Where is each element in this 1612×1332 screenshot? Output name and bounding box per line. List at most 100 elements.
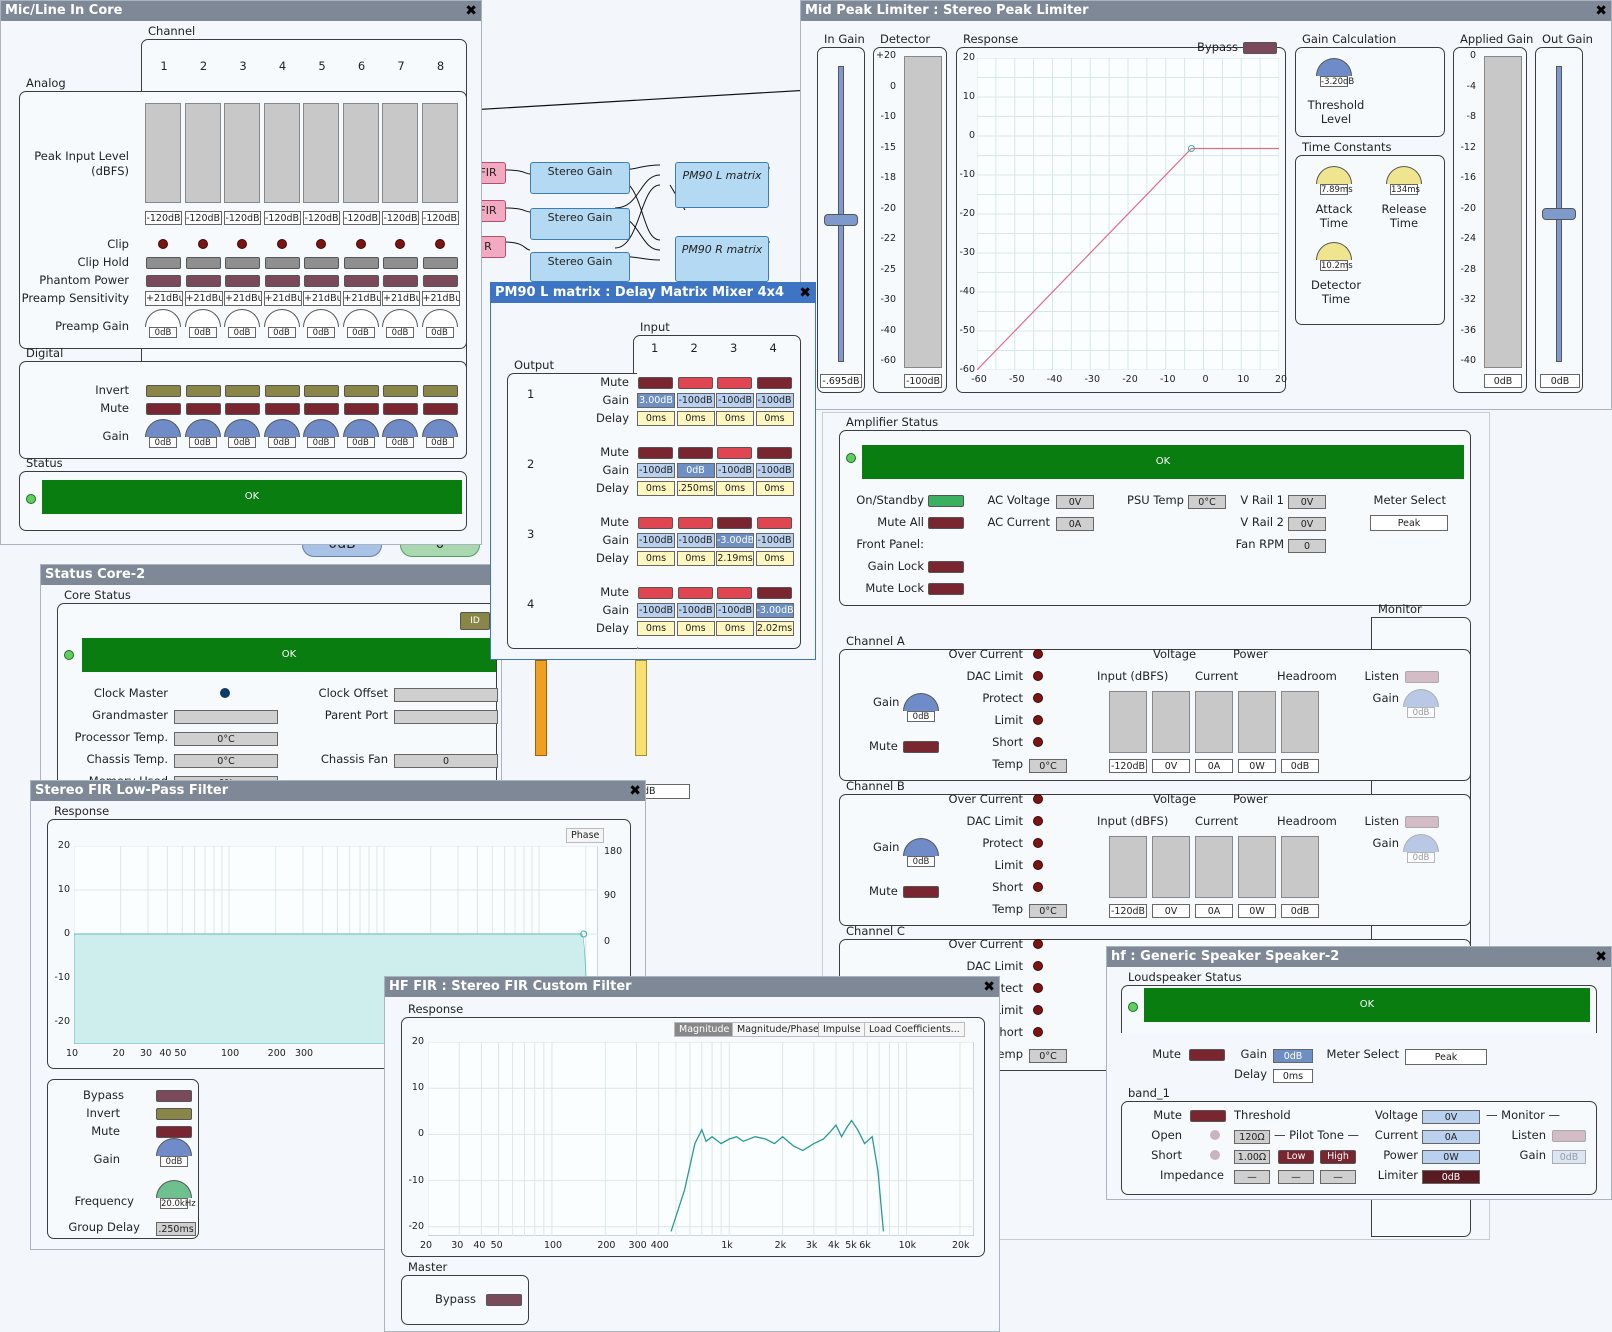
preamp-gain-knob[interactable]: 0dB: [263, 309, 300, 339]
gain-knob[interactable]: 0dB: [303, 419, 339, 449]
matrix-delay-value[interactable]: 0ms: [676, 621, 715, 636]
phantom-power-button[interactable]: [225, 275, 260, 287]
invert-button[interactable]: [264, 385, 300, 397]
matrix-mute-button[interactable]: [717, 447, 752, 459]
matrix-mixer-titlebar[interactable]: PM90 L matrix : Delay Matrix Mixer 4x4 ✖: [491, 283, 815, 303]
open-threshold-value[interactable]: 120Ω: [1234, 1130, 1270, 1144]
close-icon[interactable]: ✖: [983, 977, 995, 997]
matrix-delay-value[interactable]: 0ms: [637, 411, 675, 426]
lpf-bypass-button[interactable]: [156, 1090, 192, 1102]
amp-gain-knob[interactable]: 0dB: [903, 693, 939, 723]
mute-button[interactable]: [383, 403, 418, 415]
gain-knob[interactable]: 0dB: [224, 419, 260, 449]
matrix-gain-value[interactable]: -3.00dB: [755, 603, 794, 618]
phantom-power-button[interactable]: [264, 275, 300, 287]
matrix-gain-value[interactable]: -100dB: [716, 463, 754, 478]
band-listen-button[interactable]: [1552, 1130, 1586, 1142]
matrix-mute-button[interactable]: [677, 517, 713, 529]
preamp-gain-knob[interactable]: 0dB: [224, 309, 260, 339]
status-core-titlebar[interactable]: Status Core-2: [41, 565, 501, 585]
matrix-mute-button[interactable]: [717, 587, 752, 599]
phantom-power-button[interactable]: [422, 275, 458, 287]
monitor-gain-knob[interactable]: 0dB: [1403, 834, 1439, 864]
preamp-sensitivity-value[interactable]: +21dBu: [342, 291, 381, 306]
mute-button[interactable]: [422, 403, 458, 415]
close-icon[interactable]: ✖: [465, 1, 477, 21]
preamp-sensitivity-value[interactable]: +21dBu: [145, 291, 183, 306]
invert-button[interactable]: [304, 385, 339, 397]
in-gain-slider-handle[interactable]: [824, 214, 858, 226]
matrix-delay-value[interactable]: 2.19ms: [716, 551, 754, 566]
short-threshold-value[interactable]: 1.00Ω: [1234, 1150, 1270, 1164]
spk-delay-value[interactable]: 0ms: [1273, 1069, 1313, 1083]
clip-hold-button[interactable]: [264, 257, 300, 269]
mute-button[interactable]: [304, 403, 339, 415]
band-gain-value[interactable]: 0dB: [1552, 1150, 1586, 1164]
invert-button[interactable]: [343, 385, 379, 397]
hf-tab[interactable]: Magnitude/Phase: [732, 1022, 824, 1037]
matrix-mute-button[interactable]: [677, 377, 713, 389]
monitor-listen-button[interactable]: [1405, 671, 1439, 683]
hf-tab[interactable]: Magnitude: [674, 1022, 735, 1037]
matrix-gain-value[interactable]: -100dB: [676, 393, 715, 408]
pm90-r-matrix-block[interactable]: PM90 R matrix: [675, 236, 769, 282]
clip-hold-button[interactable]: [146, 257, 181, 269]
mute-button[interactable]: [146, 403, 181, 415]
matrix-delay-value[interactable]: 0ms: [676, 551, 715, 566]
close-icon[interactable]: ✖: [629, 781, 641, 801]
preamp-gain-knob[interactable]: 0dB: [382, 309, 418, 339]
matrix-gain-value[interactable]: -100dB: [716, 393, 754, 408]
pilot-low-button[interactable]: Low: [1278, 1150, 1314, 1164]
phantom-power-button[interactable]: [304, 275, 339, 287]
matrix-mute-button[interactable]: [717, 377, 752, 389]
meter-select-dropdown[interactable]: Peak: [1370, 515, 1448, 531]
matrix-mute-button[interactable]: [717, 517, 752, 529]
lpf-gain-knob[interactable]: 0dB: [156, 1138, 192, 1168]
matrix-delay-value[interactable]: 0ms: [716, 411, 754, 426]
clip-hold-button[interactable]: [225, 257, 260, 269]
preamp-gain-knob[interactable]: 0dB: [145, 309, 181, 339]
preamp-gain-knob[interactable]: 0dB: [303, 309, 339, 339]
matrix-mute-button[interactable]: [638, 377, 673, 389]
matrix-gain-value[interactable]: -100dB: [755, 533, 794, 548]
gain-knob[interactable]: 0dB: [342, 419, 379, 449]
matrix-gain-value[interactable]: -3.00dB: [716, 533, 754, 548]
preamp-gain-knob[interactable]: 0dB: [342, 309, 379, 339]
close-icon[interactable]: ✖: [1595, 947, 1607, 967]
preamp-sensitivity-value[interactable]: +21dBu: [421, 291, 460, 306]
matrix-gain-value[interactable]: 3.00dB: [637, 393, 675, 408]
matrix-mute-button[interactable]: [677, 587, 713, 599]
close-icon[interactable]: ✖: [799, 283, 811, 303]
matrix-gain-value[interactable]: -100dB: [676, 533, 715, 548]
matrix-delay-value[interactable]: 0ms: [716, 621, 754, 636]
mute-lock-button[interactable]: [928, 583, 964, 595]
mute-button[interactable]: [225, 403, 260, 415]
matrix-mute-button[interactable]: [756, 377, 792, 389]
invert-button[interactable]: [185, 385, 221, 397]
detector-time-knob[interactable]: 10.2ms: [1316, 242, 1353, 272]
gain-knob[interactable]: 0dB: [421, 419, 458, 449]
stereo-gain-block-2[interactable]: Stereo Gain: [530, 208, 630, 240]
stereo-gain-block-3[interactable]: Stereo Gain: [530, 252, 630, 282]
phantom-power-button[interactable]: [146, 275, 181, 287]
clip-hold-button[interactable]: [343, 257, 379, 269]
matrix-delay-value[interactable]: 0ms: [637, 481, 675, 496]
matrix-delay-value[interactable]: .250ms: [676, 481, 715, 496]
band-mute-button[interactable]: [1190, 1110, 1226, 1122]
matrix-delay-value[interactable]: 0ms: [637, 551, 675, 566]
matrix-mute-button[interactable]: [677, 447, 713, 459]
matrix-delay-value[interactable]: 0ms: [637, 621, 675, 636]
pm90-l-matrix-block[interactable]: PM90 L matrix: [675, 162, 769, 208]
hf-tab[interactable]: Load Coefficients...: [864, 1022, 965, 1037]
gain-knob[interactable]: 0dB: [184, 419, 221, 449]
preamp-sensitivity-value[interactable]: +21dBu: [184, 291, 223, 306]
lpf-invert-button[interactable]: [156, 1108, 192, 1120]
lowpass-titlebar[interactable]: Stereo FIR Low-Pass Filter ✖: [31, 781, 645, 801]
matrix-gain-value[interactable]: -100dB: [755, 393, 794, 408]
phase-button[interactable]: Phase: [566, 828, 605, 843]
hf-tab[interactable]: Impulse: [818, 1022, 866, 1037]
matrix-delay-value[interactable]: 2.02ms: [755, 621, 794, 636]
amp-mute-button[interactable]: [903, 886, 939, 898]
matrix-delay-value[interactable]: 0ms: [755, 411, 794, 426]
matrix-mute-button[interactable]: [756, 447, 792, 459]
